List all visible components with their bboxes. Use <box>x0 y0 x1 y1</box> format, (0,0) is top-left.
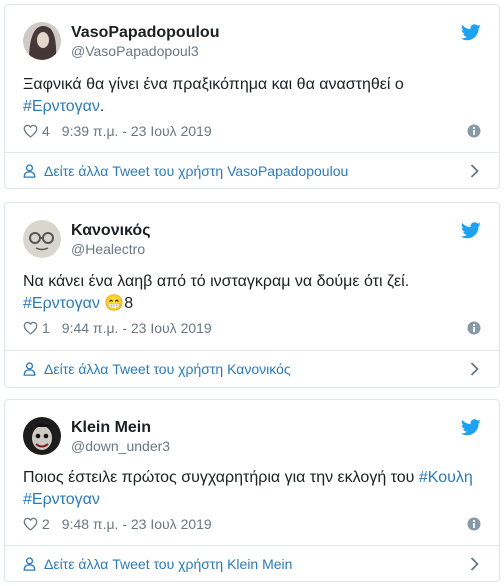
like-count: 2 <box>42 516 50 532</box>
username[interactable]: @down_under3 <box>71 437 170 455</box>
tweet-card: Κανονικός @Healectro Να κάνει ένα λαηβ α… <box>4 202 500 388</box>
more-tweets-link[interactable]: Δείτε άλλα Tweet του χρήστη Klein Mein <box>23 554 481 574</box>
hashtag-link[interactable]: #Κουλη <box>419 469 473 486</box>
more-tweets-label[interactable]: Δείτε άλλα Tweet του χρήστη Κανονικός <box>44 361 291 377</box>
timestamp[interactable]: 9:44 π.μ. - 23 Ιουλ 2019 <box>62 320 212 336</box>
username[interactable]: @Healectro <box>71 240 151 258</box>
divider <box>5 545 499 546</box>
hashtag-link[interactable]: #Ερντογαν <box>23 491 100 508</box>
tweet-header[interactable]: Klein Mein @down_under3 <box>23 416 170 456</box>
hashtag-link[interactable]: #Ερντογαν <box>23 295 100 312</box>
tweet-text: Ποιος έστειλε πρώτος συγχαρητήρια για τη… <box>23 469 473 508</box>
display-name[interactable]: Κανονικός <box>71 221 151 240</box>
heart-icon[interactable] <box>23 124 38 138</box>
like-count: 1 <box>42 320 50 336</box>
tweet-text: Να κάνει ένα λαηβ από τό ινσταγκραμ να δ… <box>23 273 410 312</box>
more-tweets-label[interactable]: Δείτε άλλα Tweet του χρήστη VasoPapadopo… <box>44 163 348 179</box>
hashtag-link[interactable]: #Ερντογαν <box>23 98 100 115</box>
tweet-meta: 4 9:39 π.μ. - 23 Ιουλ 2019 <box>23 122 481 140</box>
timestamp[interactable]: 9:48 π.μ. - 23 Ιουλ 2019 <box>62 516 212 532</box>
tweet-header[interactable]: Κανονικός @Healectro <box>23 219 151 259</box>
timestamp[interactable]: 9:39 π.μ. - 23 Ιουλ 2019 <box>62 123 212 139</box>
avatar[interactable] <box>23 417 61 455</box>
person-icon <box>23 557 36 571</box>
like-count: 4 <box>42 123 50 139</box>
more-tweets-label[interactable]: Δείτε άλλα Tweet του χρήστη Klein Mein <box>44 556 292 572</box>
heart-icon[interactable] <box>23 517 38 531</box>
tweet-header[interactable]: VasoPapadopoulou @VasoPapadopoul3 <box>23 21 219 61</box>
avatar[interactable] <box>23 220 61 258</box>
avatar[interactable] <box>23 22 61 60</box>
more-tweets-link[interactable]: Δείτε άλλα Tweet του χρήστη Κανονικός <box>23 359 481 379</box>
display-name[interactable]: VasoPapadopoulou <box>71 23 219 42</box>
person-icon <box>23 362 36 376</box>
display-name[interactable]: Klein Mein <box>71 418 170 437</box>
divider <box>5 152 499 153</box>
twitter-bird-icon[interactable] <box>461 419 481 436</box>
chevron-right-icon[interactable] <box>470 164 479 178</box>
info-icon[interactable] <box>467 321 481 335</box>
person-icon <box>23 164 36 178</box>
chevron-right-icon[interactable] <box>470 557 479 571</box>
chevron-right-icon[interactable] <box>470 362 479 376</box>
grin-emoji: 😁 <box>104 295 125 312</box>
tweet-card: VasoPapadopoulou @VasoPapadopoul3 Ξαφνικ… <box>4 4 500 189</box>
heart-icon[interactable] <box>23 321 38 335</box>
tweet-text: Ξαφνικά θα γίνει ένα πραξικόπημα και θα … <box>23 76 404 115</box>
username[interactable]: @VasoPapadopoul3 <box>71 42 219 60</box>
more-tweets-link[interactable]: Δείτε άλλα Tweet του χρήστη VasoPapadopo… <box>23 161 481 181</box>
info-icon[interactable] <box>467 517 481 531</box>
tweet-meta: 1 9:44 π.μ. - 23 Ιουλ 2019 <box>23 319 481 337</box>
tweet-card: Klein Mein @down_under3 Ποιος έστειλε πρ… <box>4 399 500 582</box>
divider <box>5 350 499 351</box>
twitter-bird-icon[interactable] <box>461 222 481 239</box>
tweet-meta: 2 9:48 π.μ. - 23 Ιουλ 2019 <box>23 515 481 533</box>
twitter-bird-icon[interactable] <box>461 24 481 41</box>
info-icon[interactable] <box>467 124 481 138</box>
